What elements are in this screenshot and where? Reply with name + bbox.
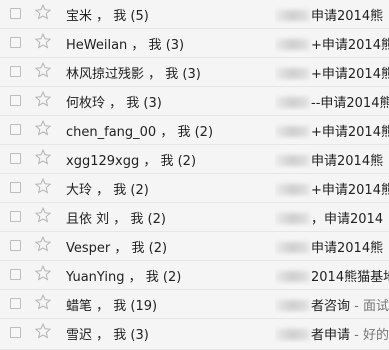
mail-row-10[interactable]: 蜡笔 ， 我 (19) 者咨询 - 面试问	[0, 290, 389, 319]
checkbox-icon[interactable]	[10, 8, 21, 19]
checkbox-icon[interactable]	[10, 211, 21, 222]
sender-name: 雪迟 ， 我 (3)	[66, 328, 149, 343]
snippet-preview: - 面试问	[354, 299, 389, 314]
sender-name: Vesper ， 我 (2)	[66, 241, 168, 256]
star-icon[interactable]	[34, 293, 52, 311]
star-icon[interactable]	[34, 322, 52, 340]
star-icon[interactable]	[34, 61, 52, 79]
snippet-text: 申请2014熊	[311, 9, 384, 24]
sender-name: 何枚玲 ， 我 (3)	[66, 96, 162, 111]
checkbox-icon[interactable]	[10, 240, 21, 251]
mail-snippet: +申请2014熊	[275, 179, 389, 198]
sender-name: xgg129xgg ， 我 (2)	[66, 154, 197, 169]
redacted-text	[275, 97, 309, 108]
mail-snippet: --申请2014熊	[275, 92, 389, 111]
checkbox-icon[interactable]	[10, 153, 21, 164]
snippet-text: +申请2014熊	[311, 183, 389, 198]
redacted-text	[275, 68, 309, 79]
checkbox-icon[interactable]	[10, 95, 21, 106]
mail-row-1[interactable]: HeWeilan ， 我 (3) +申请2014熊	[0, 29, 389, 58]
mail-snippet: ，申请2014	[275, 208, 389, 227]
snippet-text: +申请2014熊猫	[311, 67, 389, 82]
checkbox-icon[interactable]	[10, 124, 21, 135]
mail-row-4[interactable]: chen_fang_00 ， 我 (2) +申请2014熊猫	[0, 116, 389, 145]
sender-name: 林风掠过残影 ， 我 (3)	[66, 67, 201, 82]
checkbox-icon[interactable]	[10, 269, 21, 280]
mail-row-11[interactable]: 雪迟 ， 我 (3) 者申请 - 好的,	[0, 319, 389, 350]
mail-row-8[interactable]: Vesper ， 我 (2) 申请2014熊	[0, 232, 389, 261]
redacted-text	[275, 300, 309, 311]
sender-name: 且依 刘 ， 我 (2)	[66, 212, 166, 227]
mail-snippet: 申请2014熊	[275, 150, 389, 169]
snippet-text: +申请2014熊	[311, 38, 389, 53]
redacted-text	[275, 213, 309, 224]
snippet-text: ，申请2014	[311, 212, 384, 227]
star-icon[interactable]	[34, 235, 52, 253]
checkbox-icon[interactable]	[10, 66, 21, 77]
sender-name: 宝米 ， 我 (5)	[66, 9, 149, 24]
star-icon[interactable]	[34, 3, 52, 21]
sender-name: YuanYing ， 我 (2)	[66, 270, 182, 285]
star-icon[interactable]	[34, 148, 52, 166]
mail-snippet: +申请2014熊	[275, 34, 389, 53]
snippet-text: 者咨询	[311, 299, 351, 314]
mail-row-6[interactable]: 大玲 ， 我 (2) +申请2014熊	[0, 174, 389, 203]
redacted-text	[275, 242, 309, 253]
redacted-text	[275, 39, 309, 50]
sender-name: 蜡笔 ， 我 (19)	[66, 299, 158, 314]
mail-row-7[interactable]: 且依 刘 ， 我 (2) ，申请2014	[0, 203, 389, 232]
mail-snippet: 申请2014熊	[275, 237, 389, 256]
star-icon[interactable]	[34, 206, 52, 224]
checkbox-icon[interactable]	[10, 327, 21, 338]
snippet-text: 申请2014熊	[311, 241, 384, 256]
mail-snippet: 者申请 - 好的,	[275, 324, 389, 343]
mail-row-3[interactable]: 何枚玲 ， 我 (3) --申请2014熊	[0, 87, 389, 116]
checkbox-icon[interactable]	[10, 182, 21, 193]
sender-name: 大玲 ， 我 (2)	[66, 183, 149, 198]
mail-snippet: 申请2014熊	[275, 5, 389, 24]
mail-snippet: 者咨询 - 面试问	[275, 295, 389, 314]
star-icon[interactable]	[34, 32, 52, 50]
redacted-text	[275, 10, 309, 21]
star-icon[interactable]	[34, 177, 52, 195]
checkbox-icon[interactable]	[10, 298, 21, 309]
mail-row-5[interactable]: xgg129xgg ， 我 (2) 申请2014熊	[0, 145, 389, 174]
star-icon[interactable]	[34, 90, 52, 108]
redacted-text	[275, 155, 309, 166]
snippet-text: +申请2014熊猫	[311, 125, 389, 140]
star-icon[interactable]	[34, 264, 52, 282]
star-icon[interactable]	[34, 119, 52, 137]
snippet-text: --申请2014熊	[311, 96, 389, 111]
snippet-text: 申请2014熊	[311, 154, 384, 169]
mail-snippet: +申请2014熊猫	[275, 121, 389, 140]
snippet-preview: - 好的,	[350, 328, 389, 343]
redacted-text	[275, 126, 309, 137]
redacted-text	[275, 329, 309, 340]
mail-row-9[interactable]: YuanYing ， 我 (2) 2014熊猫基地	[0, 261, 389, 290]
mail-row-2[interactable]: 林风掠过残影 ， 我 (3) +申请2014熊猫	[0, 58, 389, 87]
mail-snippet: 2014熊猫基地	[275, 266, 389, 285]
redacted-text	[275, 184, 309, 195]
sender-name: chen_fang_00 ， 我 (2)	[66, 125, 214, 140]
sender-name: HeWeilan ， 我 (3)	[66, 38, 185, 53]
inbox-list: 宝米 ， 我 (5) 申请2014熊 HeWeilan ， 我 (3) +申请2…	[0, 0, 389, 350]
snippet-text: 者申请	[311, 328, 351, 343]
mail-snippet: +申请2014熊猫	[275, 63, 389, 82]
mail-row-0[interactable]: 宝米 ， 我 (5) 申请2014熊	[0, 0, 389, 29]
checkbox-icon[interactable]	[10, 37, 21, 48]
snippet-text: 2014熊猫基地	[311, 270, 389, 285]
redacted-text	[275, 271, 309, 282]
